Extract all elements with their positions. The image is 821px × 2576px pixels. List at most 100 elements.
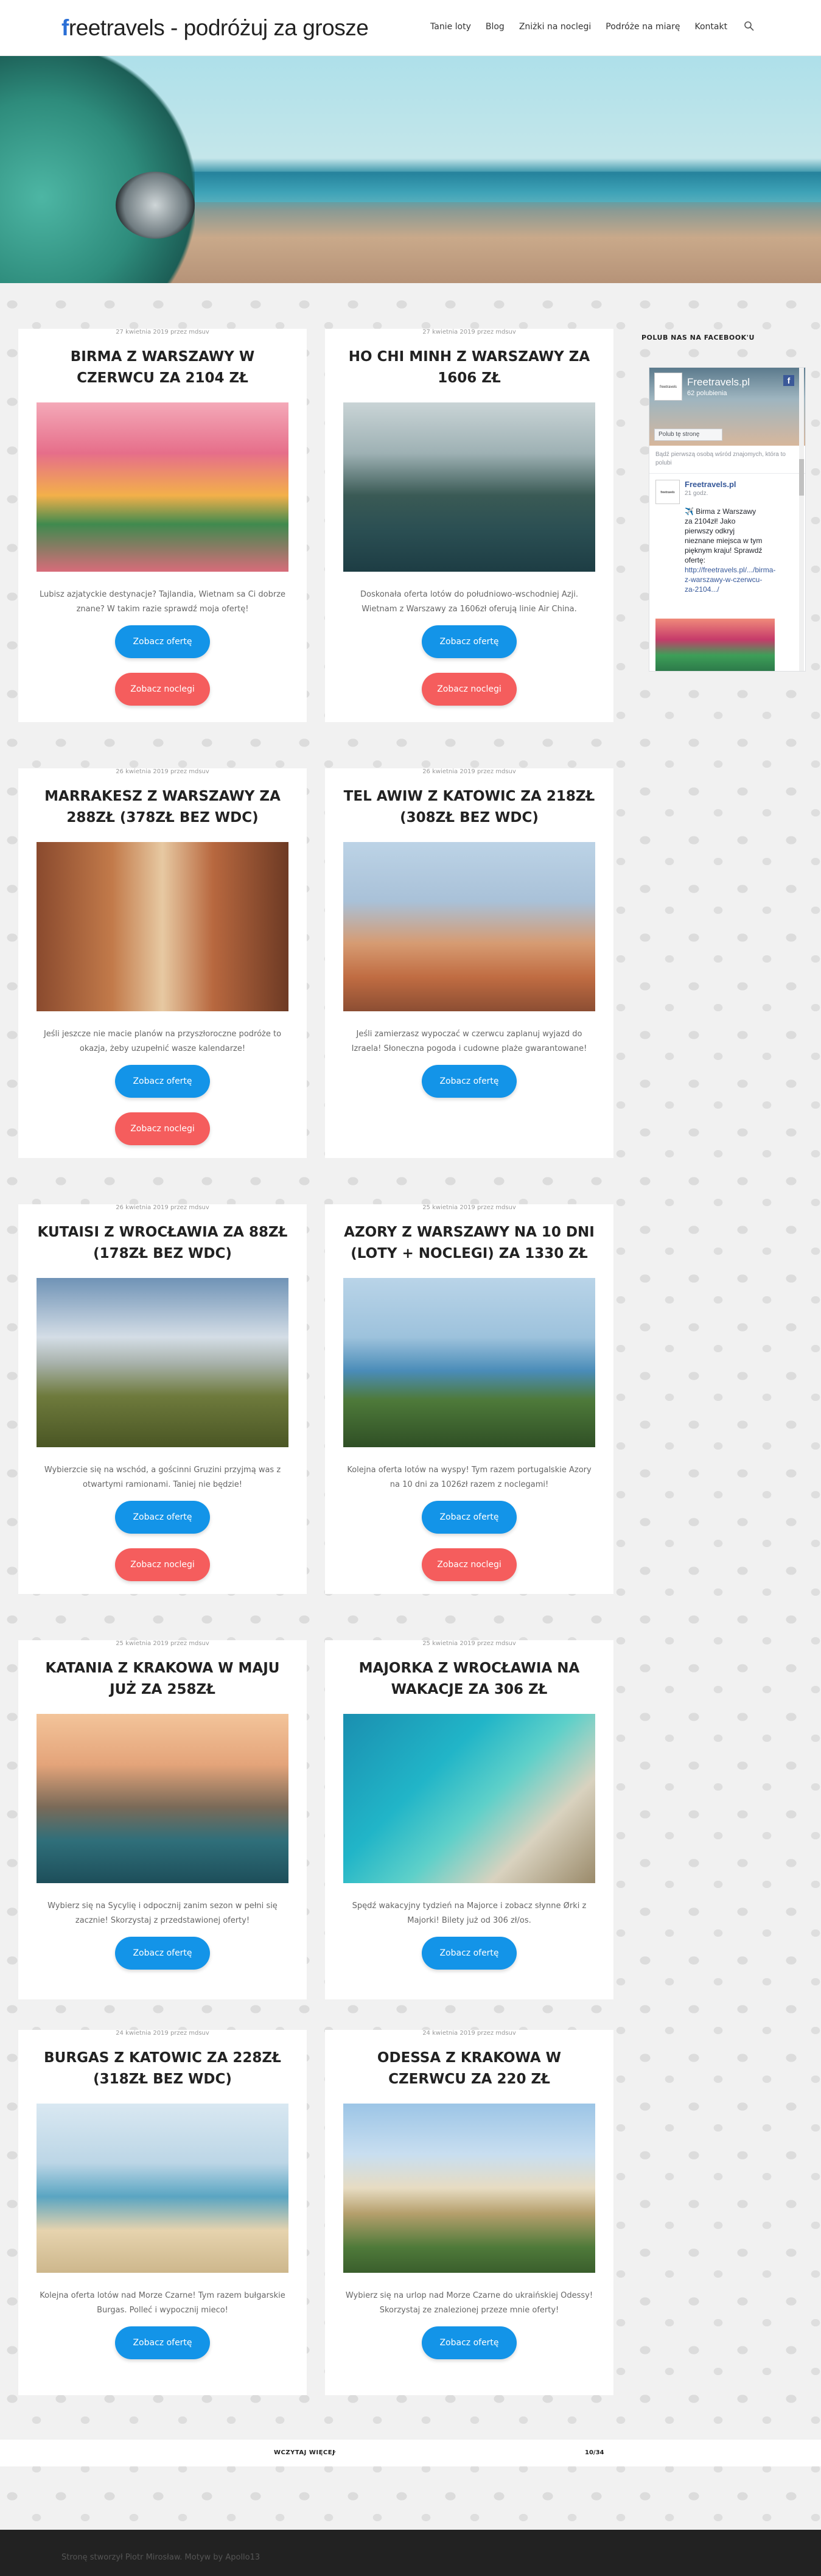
sidebar: POLUB NAS NA FACEBOOK'U freetravels Free… [641,334,806,672]
view-offer-button[interactable]: Zobacz ofertę [115,1501,210,1534]
load-more-bar: WCZYTAJ WIĘCEJ › 10/34 [0,2440,821,2466]
logo-f: f [61,15,69,40]
view-offer-button[interactable]: Zobacz ofertę [115,2326,210,2359]
post-excerpt: Wybierzcie się na wschód, a gościnni Gru… [44,1465,281,1489]
post-meta: 25 kwietnia 2019 przez mdsuv [422,1640,516,1647]
post-card: 27 kwietnia 2019 przez mdsuv HO CHI MINH… [325,329,613,722]
post-title[interactable]: AZORY Z WARSZAWY NA 10 DNI (LOTY + NOCLE… [341,1222,597,1265]
view-offer-button[interactable]: Zobacz ofertę [422,625,517,658]
post-excerpt: Wybierz się na Sycylię i odpocznij zanim… [47,1901,278,1925]
chevron-right-icon[interactable]: › [334,2448,336,2455]
post-meta: 26 kwietnia 2019 przez mdsuv [116,768,209,775]
facebook-widget: freetravels Freetravels.pl 62 polubienia… [649,367,806,672]
post-image[interactable] [37,2104,288,2273]
post-image[interactable] [343,842,595,1011]
post-card: 25 kwietnia 2019 przez mdsuv AZORY Z WAR… [325,1204,613,1594]
view-stays-button[interactable]: Zobacz noclegi [115,673,210,706]
fb-post-body: ✈️ Birma z Warszawy za 2104zł! Jako pier… [685,507,763,564]
hero-car [0,56,195,283]
fb-page-name[interactable]: Freetravels.pl [687,376,750,388]
fb-page-thumb[interactable]: freetravels [654,373,682,401]
footer-credit: Stronę stworzył Piotr Mirosław. Motyw by… [61,2553,260,2562]
post-image[interactable] [37,1278,288,1447]
view-stays-button[interactable]: Zobacz noclegi [422,673,517,706]
fb-page-likes: 62 polubienia [687,390,727,397]
site-logo[interactable]: freetravels - podróżuj za grosze [61,15,369,41]
post-image[interactable] [343,1278,595,1447]
view-stays-button[interactable]: Zobacz noclegi [115,1112,210,1145]
view-offer-button[interactable]: Zobacz ofertę [422,1937,517,1970]
post-card: 24 kwietnia 2019 przez mdsuv ODESSA Z KR… [325,2030,613,2395]
view-offer-button[interactable]: Zobacz ofertę [422,2326,517,2359]
fb-cover[interactable]: freetravels Freetravels.pl 62 polubienia… [649,368,805,446]
fb-scrollbar[interactable] [799,368,804,671]
fb-post: freetravels Freetravels.pl 21 godz. ✈️ B… [649,474,805,671]
post-excerpt: Kolejna oferta lotów nad Morze Czarne! T… [40,2291,285,2315]
search-icon[interactable] [744,21,755,32]
post-meta: 25 kwietnia 2019 przez mdsuv [422,1204,516,1211]
post-excerpt: Jeśli jeszcze nie macie planów na przysz… [43,1030,282,1053]
view-stays-button[interactable]: Zobacz noclegi [422,1548,517,1581]
hero-image [0,56,821,283]
post-meta: 24 kwietnia 2019 przez mdsuv [422,2030,516,2037]
post-title[interactable]: BURGAS Z KATOWIC ZA 228ZŁ (318ZŁ BEZ WDC… [35,2048,290,2090]
sidebar-title: POLUB NAS NA FACEBOOK'U [641,334,755,342]
fb-post-link[interactable]: http://freetravels.pl/.../birma-z-warsza… [685,566,775,594]
post-title[interactable]: TEL AWIW Z KATOWIC ZA 218ZŁ (308ZŁ BEZ W… [341,786,597,829]
post-title[interactable]: KUTAISI Z WROCŁAWIA ZA 88ZŁ (178ZŁ BEZ W… [35,1222,290,1265]
site-header: freetravels - podróżuj za grosze Tanie l… [0,0,821,56]
post-image[interactable] [343,1714,595,1883]
fb-post-time[interactable]: 21 godz. [685,490,708,497]
post-meta: 25 kwietnia 2019 przez mdsuv [116,1640,209,1647]
nav-znizki[interactable]: Zniżki na noclegi [519,22,591,32]
post-image[interactable] [343,402,595,572]
nav-tanie-loty[interactable]: Tanie loty [430,22,471,32]
post-title[interactable]: HO CHI MINH Z WARSZAWY ZA 1606 ZŁ [341,346,597,389]
post-image[interactable] [343,2104,595,2273]
post-excerpt: Lubisz azjatyckie destynacje? Tajlandia,… [39,590,286,614]
facebook-icon[interactable]: f [783,375,794,386]
site-footer: Stronę stworzył Piotr Mirosław. Motyw by… [0,2530,821,2576]
post-title[interactable]: KATANIA Z KRAKOWA W MAJU JUŻ ZA 258ZŁ [35,1658,290,1700]
post-card: 25 kwietnia 2019 przez mdsuv KATANIA Z K… [18,1640,307,1999]
nav-blog[interactable]: Blog [486,22,505,32]
logo-text: reetravels - podróżuj za grosze [68,15,369,40]
load-more-button[interactable]: WCZYTAJ WIĘCEJ [274,2449,335,2456]
post-excerpt: Kolejna oferta lotów na wyspy! Tym razem… [347,1465,592,1489]
view-offer-button[interactable]: Zobacz ofertę [115,625,210,658]
fb-post-avatar[interactable]: freetravels [655,480,680,504]
post-meta: 26 kwietnia 2019 przez mdsuv [116,1204,209,1211]
post-meta: 26 kwietnia 2019 przez mdsuv [422,768,516,775]
nav-podroze[interactable]: Podróże na miarę [606,22,680,32]
hero-mirror [116,172,195,239]
post-excerpt: Jeśli zamierzasz wypoczać w czerwcu zapl… [351,1030,587,1053]
post-card: 26 kwietnia 2019 przez mdsuv MARRAKESZ Z… [18,768,307,1158]
fb-post-title[interactable]: Freetravels.pl [685,480,736,489]
post-image[interactable] [37,402,288,572]
post-title[interactable]: BIRMA Z WARSZAWY W CZERWCU ZA 2104 ZŁ [35,346,290,389]
nav-kontakt[interactable]: Kontakt [695,22,728,32]
posts-count: 10/34 [585,2449,604,2456]
post-title[interactable]: MAJORKA Z WROCŁAWIA NA WAKACJE ZA 306 ZŁ [341,1658,597,1700]
post-image[interactable] [37,1714,288,1883]
post-meta: 27 kwietnia 2019 przez mdsuv [116,329,209,335]
post-image[interactable] [37,842,288,1011]
post-excerpt: Doskonała oferta lotów do południowo-wsc… [360,590,578,614]
post-card: 26 kwietnia 2019 przez mdsuv TEL AWIW Z … [325,768,613,1158]
view-offer-button[interactable]: Zobacz ofertę [115,1065,210,1098]
fb-scroll-thumb[interactable] [799,459,804,496]
fb-like-button[interactable]: Polub tę stronę [654,429,722,441]
post-excerpt: Wybierz się na urlop nad Morze Czarne do… [345,2291,593,2315]
view-offer-button[interactable]: Zobacz ofertę [422,1065,517,1098]
view-offer-button[interactable]: Zobacz ofertę [115,1937,210,1970]
post-title[interactable]: MARRAKESZ Z WARSZAWY ZA 288ZŁ (378ZŁ BEZ… [35,786,290,829]
fb-post-image[interactable] [655,619,775,671]
fb-friends-text: Bądź pierwszą osobą wśród znajomych, któ… [649,446,805,474]
main-nav: Tanie loty Blog Zniżki na noclegi Podróż… [430,22,742,32]
post-title[interactable]: ODESSA Z KRAKOWA W CZERWCU ZA 220 ZŁ [341,2048,597,2090]
view-stays-button[interactable]: Zobacz noclegi [115,1548,210,1581]
view-offer-button[interactable]: Zobacz ofertę [422,1501,517,1534]
post-card: 27 kwietnia 2019 przez mdsuv BIRMA Z WAR… [18,329,307,722]
post-excerpt: Spędź wakacyjny tydzień na Majorce i zob… [352,1901,587,1925]
post-card: 24 kwietnia 2019 przez mdsuv BURGAS Z KA… [18,2030,307,2395]
